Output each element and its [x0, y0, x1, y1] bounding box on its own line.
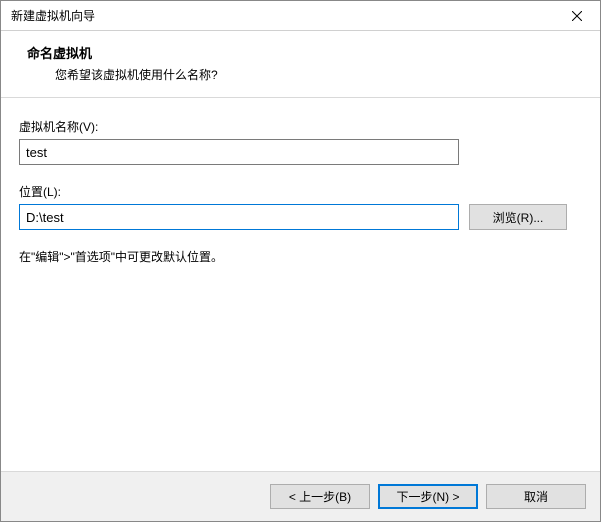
page-subheading: 您希望该虚拟机使用什么名称? — [27, 66, 580, 83]
content-area: 虚拟机名称(V): 位置(L): 浏览(R)... 在"编辑">"首选项"中可更… — [1, 98, 600, 265]
location-input[interactable] — [19, 204, 459, 230]
close-icon — [572, 11, 582, 21]
browse-button[interactable]: 浏览(R)... — [469, 204, 567, 230]
vm-name-label: 虚拟机名称(V): — [19, 118, 582, 135]
next-button[interactable]: 下一步(N) > — [378, 484, 478, 509]
wizard-footer: < 上一步(B) 下一步(N) > 取消 — [1, 471, 600, 521]
page-heading: 命名虚拟机 — [27, 43, 580, 62]
location-group: 位置(L): 浏览(R)... — [19, 183, 582, 230]
wizard-header: 命名虚拟机 您希望该虚拟机使用什么名称? — [1, 31, 600, 97]
location-label: 位置(L): — [19, 183, 582, 200]
titlebar: 新建虚拟机向导 — [1, 1, 600, 31]
location-hint: 在"编辑">"首选项"中可更改默认位置。 — [19, 248, 582, 265]
back-button[interactable]: < 上一步(B) — [270, 484, 370, 509]
window-title: 新建虚拟机向导 — [11, 7, 95, 24]
cancel-button[interactable]: 取消 — [486, 484, 586, 509]
close-button[interactable] — [554, 1, 600, 31]
vm-name-input[interactable] — [19, 139, 459, 165]
vm-name-group: 虚拟机名称(V): — [19, 118, 582, 165]
